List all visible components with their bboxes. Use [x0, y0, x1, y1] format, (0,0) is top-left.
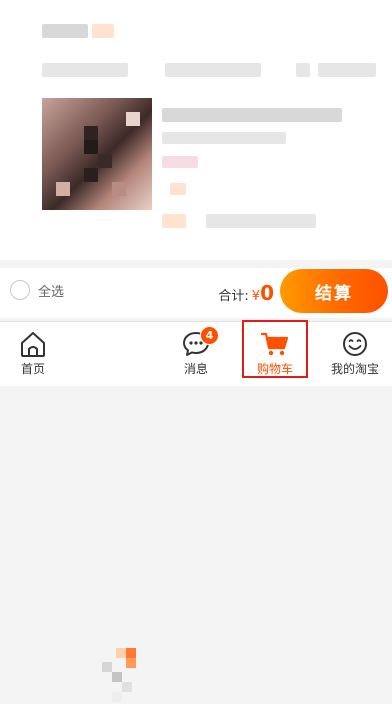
- sku-placeholder[interactable]: [162, 156, 198, 168]
- select-all-label: 全选: [38, 284, 65, 300]
- quantity-placeholder[interactable]: [206, 214, 316, 228]
- total-label: 合计:: [218, 289, 249, 304]
- edit-placeholder: [296, 63, 310, 77]
- tab-messages-label: 消息: [183, 362, 208, 376]
- coupon-placeholder: [42, 63, 128, 77]
- link-placeholder: [318, 63, 376, 77]
- total-amount: 0: [260, 281, 274, 305]
- shop-name-placeholder: [42, 24, 88, 38]
- promo-icon[interactable]: [102, 648, 142, 704]
- product-thumbnail[interactable]: [42, 98, 152, 210]
- profile-icon: [340, 330, 370, 358]
- checkout-button[interactable]: 结算: [280, 269, 388, 313]
- tab-profile-label: 我的淘宝: [330, 362, 379, 376]
- home-icon: [18, 330, 48, 358]
- tab-messages[interactable]: 4 消息: [157, 322, 235, 386]
- promo-placeholder: [165, 63, 261, 77]
- select-all[interactable]: 全选: [10, 280, 64, 300]
- tab-home[interactable]: 首页: [0, 322, 72, 386]
- shop-tag-placeholder: [92, 24, 114, 38]
- price-tag-placeholder: [170, 183, 186, 195]
- tab-home-label: 首页: [20, 362, 45, 376]
- price-placeholder: [162, 214, 186, 228]
- message-icon: 4: [181, 326, 219, 358]
- tab-cart[interactable]: 购物车: [236, 322, 314, 386]
- product-title-placeholder[interactable]: [162, 108, 342, 122]
- bottom-tab-bar: 首页 4 消息 购物车 我的淘宝: [0, 321, 392, 702]
- product-title-placeholder-2: [162, 132, 286, 144]
- message-badge: 4: [200, 326, 219, 345]
- tab-cart-label: 购物车: [256, 362, 293, 376]
- total-price: 合计: ¥ 0: [218, 281, 274, 305]
- currency-symbol: ¥: [251, 289, 261, 304]
- cart-item-card: [0, 0, 392, 260]
- tab-profile[interactable]: 我的淘宝: [316, 322, 392, 386]
- select-all-radio[interactable]: [10, 280, 30, 300]
- cart-icon: [260, 330, 290, 358]
